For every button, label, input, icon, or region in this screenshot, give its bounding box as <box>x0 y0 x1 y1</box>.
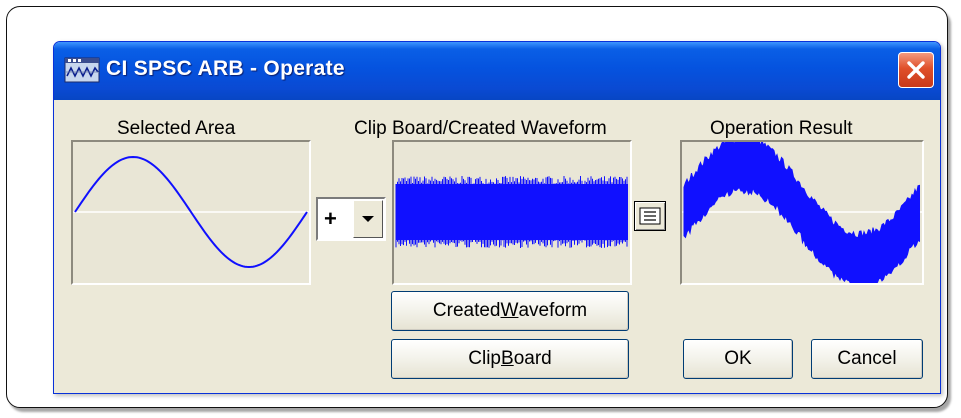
list-icon <box>639 207 661 225</box>
close-x-icon <box>907 61 925 79</box>
ok-button[interactable]: OK <box>683 339 793 379</box>
operate-dialog: CI SPSC ARB - Operate Selected Area Clip… <box>53 41 941 394</box>
cancel-button[interactable]: Cancel <box>811 339 923 379</box>
operation-result-label: Operation Result <box>710 118 853 139</box>
title-bar[interactable]: CI SPSC ARB - Operate <box>54 42 940 100</box>
operator-select[interactable]: + <box>316 197 386 241</box>
clip-board-button[interactable]: Clip Board <box>391 339 629 379</box>
clipboard-waveform-plot[interactable] <box>392 140 632 285</box>
operator-value: + <box>324 206 337 231</box>
created-waveform-label-post: aveform <box>518 300 588 321</box>
created-waveform-label-pre: Created <box>432 300 501 321</box>
operation-result-plot[interactable] <box>680 140 924 285</box>
clipboard-waveform-noise <box>395 176 628 248</box>
created-waveform-mnemonic: W <box>500 300 519 321</box>
clipboard-waveform-label: Clip Board/Created Waveform <box>354 118 607 139</box>
selected-area-label: Selected Area <box>117 118 236 139</box>
close-button[interactable] <box>898 52 934 88</box>
waveform-app-icon <box>64 57 100 83</box>
created-waveform-button[interactable]: Created Waveform <box>391 291 629 331</box>
clip-board-mnemonic: B <box>501 348 514 369</box>
clip-board-label-pre: Clip <box>468 348 501 369</box>
clip-board-label-post: oard <box>513 348 552 369</box>
window-title: CI SPSC ARB - Operate <box>106 57 345 80</box>
operator-dropdown-button[interactable] <box>353 200 383 238</box>
selected-area-plot[interactable] <box>71 140 311 285</box>
list-button[interactable] <box>634 201 666 231</box>
chevron-down-icon <box>362 216 374 222</box>
